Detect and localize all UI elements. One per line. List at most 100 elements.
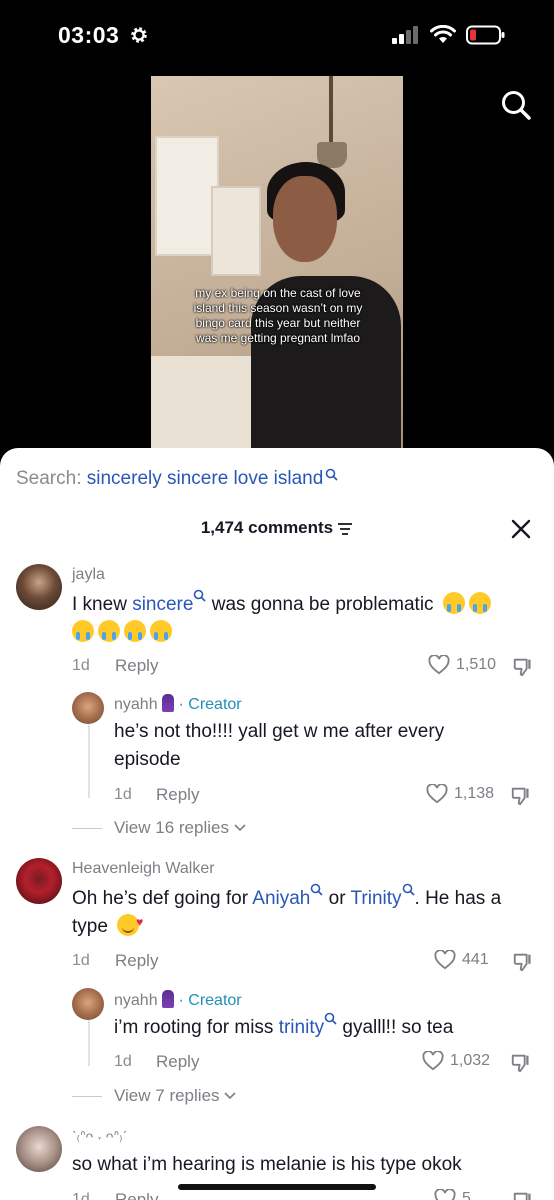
- reply-username[interactable]: nyahh · Creator: [114, 990, 242, 1010]
- like-button[interactable]: 5: [434, 1189, 471, 1200]
- chevron-down-icon: [224, 1092, 236, 1100]
- crying-emoji: [468, 592, 491, 614]
- video-player[interactable]: my ex being on the cast of love island t…: [151, 76, 403, 456]
- like-button[interactable]: 1,510: [428, 655, 496, 675]
- comment-link[interactable]: Trinity: [351, 888, 402, 909]
- comment-text: I knew sincere was gonna be problematic: [72, 589, 532, 647]
- thumbs-down-icon[interactable]: [510, 1052, 532, 1074]
- video-counter: [151, 356, 261, 456]
- status-indicators: [392, 25, 506, 45]
- comment-text-part: Oh he’s def going for: [72, 888, 253, 909]
- thread-line: [88, 720, 90, 798]
- comments-header: 1,474 comments: [0, 518, 554, 538]
- video-cabinet-lower: [211, 186, 261, 276]
- reply-username-text: nyahh: [114, 696, 158, 713]
- reply-button[interactable]: Reply: [115, 951, 158, 971]
- search-term[interactable]: sincerely sincere love island: [87, 468, 324, 489]
- thumbs-down-icon[interactable]: [512, 1190, 534, 1200]
- gear-icon: [131, 27, 147, 43]
- thumbs-down-icon[interactable]: [512, 951, 534, 973]
- dancer-emoji: [162, 694, 175, 712]
- comment-text-part: or: [323, 888, 351, 909]
- reply-text-part: gyalll!! so tea: [337, 1017, 454, 1038]
- video-lamp-cord: [329, 76, 333, 146]
- comment-username[interactable]: Heavenleigh Walker: [72, 860, 215, 878]
- search-suggestion[interactable]: Search: sincerely sincere love island: [16, 468, 338, 490]
- video-cabinet: [155, 136, 219, 256]
- like-count: 1,510: [456, 656, 497, 673]
- heart-icon: [434, 1189, 456, 1200]
- reply-username[interactable]: nyahh · Creator: [114, 694, 242, 714]
- avatar[interactable]: [72, 692, 104, 724]
- creator-badge: · Creator: [178, 696, 242, 713]
- home-indicator[interactable]: [178, 1184, 376, 1190]
- thread-line: [88, 1016, 90, 1066]
- crying-emoji: [442, 592, 465, 614]
- like-button[interactable]: 441: [434, 950, 489, 970]
- reply-age: 1d: [114, 1053, 132, 1070]
- reply-button[interactable]: Reply: [156, 785, 199, 805]
- thumbs-down-icon[interactable]: [512, 656, 534, 678]
- reply-button[interactable]: Reply: [115, 656, 158, 676]
- like-button[interactable]: 1,032: [422, 1051, 490, 1071]
- view-replies-label: View 7 replies: [114, 1086, 220, 1105]
- view-replies-button[interactable]: View 7 replies: [114, 1086, 236, 1106]
- comment-text: so what i’m hearing is melanie is his ty…: [72, 1154, 462, 1175]
- close-icon[interactable]: [510, 518, 532, 540]
- signal-icon: [392, 26, 418, 44]
- like-button[interactable]: 1,138: [426, 784, 494, 804]
- thumbs-down-icon[interactable]: [510, 785, 532, 807]
- video-caption: my ex being on the cast of love island t…: [193, 286, 363, 345]
- comment-username[interactable]: ˋ₍ᐢᴖ ˕ ᴖᐢ₎ˊ: [72, 1128, 127, 1145]
- search-icon: [402, 883, 415, 896]
- comment-age: 1d: [72, 657, 90, 674]
- heart-icon: [428, 655, 450, 675]
- crying-emoji: [72, 620, 94, 642]
- like-count: 1,138: [454, 785, 495, 802]
- chevron-down-icon: [234, 824, 246, 832]
- reply-button[interactable]: Reply: [115, 1190, 158, 1200]
- reply-text: he’s not tho!!!! yall get w me after eve…: [114, 721, 445, 770]
- search-icon: [324, 1012, 337, 1025]
- reply-age: 1d: [114, 786, 132, 803]
- video-person-face: [273, 176, 337, 262]
- reply-username-text: nyahh: [114, 992, 158, 1009]
- crying-emoji: [124, 620, 146, 642]
- reply-button[interactable]: Reply: [156, 1052, 199, 1072]
- like-count: 1,032: [450, 1052, 491, 1069]
- comment-username[interactable]: jayla: [72, 566, 105, 584]
- comment-age: 1d: [72, 1191, 90, 1200]
- avatar[interactable]: [16, 858, 62, 904]
- avatar[interactable]: [16, 564, 62, 610]
- comment-text: Oh he’s def going for Aniyah or Trinity.…: [72, 883, 542, 941]
- creator-badge: · Creator: [178, 992, 242, 1009]
- comment-link[interactable]: sincere: [132, 594, 193, 615]
- crying-emoji: [98, 620, 120, 642]
- smiling-hearts-emoji: [117, 908, 143, 936]
- crying-emoji: [150, 620, 172, 642]
- search-icon: [326, 468, 338, 481]
- status-time: 03:03: [58, 22, 120, 48]
- comment-age: 1d: [72, 952, 90, 969]
- view-replies-button[interactable]: View 16 replies: [114, 818, 246, 838]
- heart-icon: [422, 1051, 444, 1071]
- avatar[interactable]: [72, 988, 104, 1020]
- comment-link[interactable]: trinity: [279, 1017, 324, 1038]
- battery-icon: [466, 25, 505, 45]
- comment-text-part: was gonna be problematic: [206, 594, 434, 615]
- divider: [72, 828, 102, 829]
- comments-sheet: Search: sincerely sincere love island 1,…: [0, 448, 554, 1200]
- like-count: 441: [462, 951, 489, 968]
- avatar[interactable]: [16, 1126, 62, 1172]
- sort-icon[interactable]: [337, 522, 353, 536]
- reply-text-part: i’m rooting for miss: [114, 1017, 279, 1038]
- comment-link[interactable]: Aniyah: [252, 888, 310, 909]
- search-icon: [311, 883, 323, 896]
- wifi-icon: [430, 25, 456, 43]
- search-icon[interactable]: [500, 89, 532, 121]
- heart-icon: [426, 784, 448, 804]
- search-prefix: Search:: [16, 468, 87, 489]
- dancer-emoji: [162, 990, 175, 1008]
- comments-count: 1,474 comments: [200, 518, 334, 537]
- heart-icon: [434, 950, 456, 970]
